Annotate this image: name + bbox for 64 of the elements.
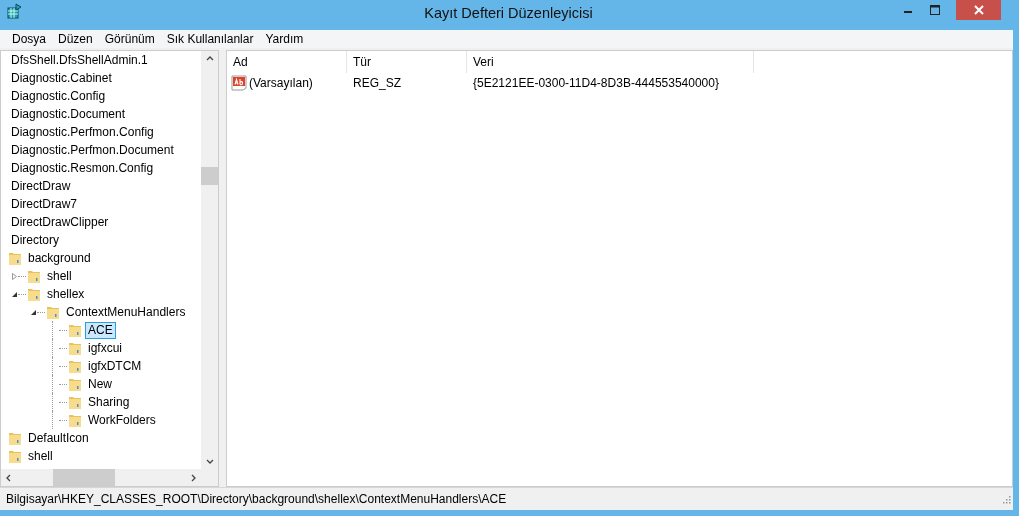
tree-item[interactable]: DirectDraw7 (8, 195, 80, 213)
maximize-icon (929, 5, 940, 15)
tree-item[interactable]: Diagnostic.Perfmon.Document (8, 141, 177, 159)
table-cell-text: REG_SZ (352, 76, 402, 90)
folder-icon (68, 394, 82, 410)
menu-item[interactable]: Yardım (259, 32, 310, 46)
string-value-icon (231, 75, 247, 91)
tree-item[interactable]: DfsShell.DfsShellAdmin.1 (8, 51, 151, 69)
scroll-left-icon[interactable] (6, 473, 11, 482)
tree-item[interactable]: New (85, 375, 115, 393)
tree-item[interactable]: Sharing (85, 393, 133, 411)
tree-item[interactable]: Diagnostic.Document (8, 105, 129, 123)
folder-icon (68, 376, 82, 392)
tree-item[interactable]: Diagnostic.Cabinet (8, 69, 115, 87)
scroll-right-icon[interactable] (191, 473, 196, 482)
menu-item[interactable]: Görünüm (98, 32, 161, 46)
tree-item[interactable]: ACE (85, 321, 116, 339)
close-icon (972, 4, 985, 16)
folder-icon (8, 430, 22, 446)
tree-item[interactable]: shell (44, 267, 75, 285)
folder-icon (8, 448, 22, 464)
folder-icon (27, 268, 41, 284)
column-header[interactable]: Veri (467, 51, 754, 73)
window-title: Kayıt Defteri Düzenleyicisi (423, 5, 594, 21)
close-button[interactable] (956, 0, 1001, 20)
tree-item[interactable]: DirectDrawClipper (8, 213, 112, 231)
folder-icon (68, 340, 82, 356)
tree-item[interactable]: WorkFolders (85, 411, 159, 429)
column-header[interactable]: Tür (347, 51, 467, 73)
folder-icon (8, 250, 22, 266)
table-cell-text: {5E2121EE-0300-11D4-8D3B-444553540000} (472, 76, 720, 90)
folder-icon (46, 304, 60, 320)
tree-item[interactable]: DirectDraw (8, 177, 74, 195)
folder-icon (27, 286, 41, 302)
tree-item[interactable]: DefaultIcon (25, 429, 92, 447)
tree-item[interactable]: Diagnostic.Perfmon.Config (8, 123, 157, 141)
tree-item[interactable]: Directory (8, 231, 62, 249)
scroll-thumb[interactable] (53, 469, 115, 486)
tree-item[interactable]: Diagnostic.Resmon.Config (8, 159, 157, 177)
tree-item[interactable]: Diagnostic.Config (8, 87, 109, 105)
tree-item[interactable]: shell (25, 447, 56, 465)
tree-item[interactable]: igfxcui (85, 339, 125, 357)
tree-item[interactable]: shellex (44, 285, 88, 303)
vertical-scrollbar[interactable] (201, 51, 218, 469)
menu-item[interactable]: Düzen (52, 32, 99, 46)
folder-icon (68, 322, 82, 338)
scroll-down-icon[interactable] (205, 459, 214, 464)
resize-grip-icon[interactable] (1001, 494, 1011, 504)
collapsed-arrow-icon[interactable] (11, 272, 18, 280)
tree-item[interactable]: igfxDTCM (85, 357, 145, 375)
column-header[interactable]: Ad (227, 51, 347, 73)
scroll-up-icon[interactable] (205, 56, 214, 61)
expanded-arrow-icon[interactable] (30, 308, 37, 316)
tree-item[interactable]: background (25, 249, 94, 267)
expanded-arrow-icon[interactable] (11, 290, 18, 298)
registry-icon (7, 3, 23, 19)
folder-icon (68, 358, 82, 374)
status-path: Bilgisayar\HKEY_CLASSES_ROOT\Directory\background\shellex\ContextMenuHandlers\ACE (6, 492, 507, 506)
menu-item[interactable]: Dosya (6, 32, 52, 46)
folder-icon (68, 412, 82, 428)
scroll-thumb[interactable] (201, 167, 218, 185)
tree-item[interactable]: ContextMenuHandlers (63, 303, 189, 321)
table-cell: (Varsayılan) (249, 76, 313, 90)
menu-item[interactable]: Sık Kullanılanlar (160, 32, 260, 46)
